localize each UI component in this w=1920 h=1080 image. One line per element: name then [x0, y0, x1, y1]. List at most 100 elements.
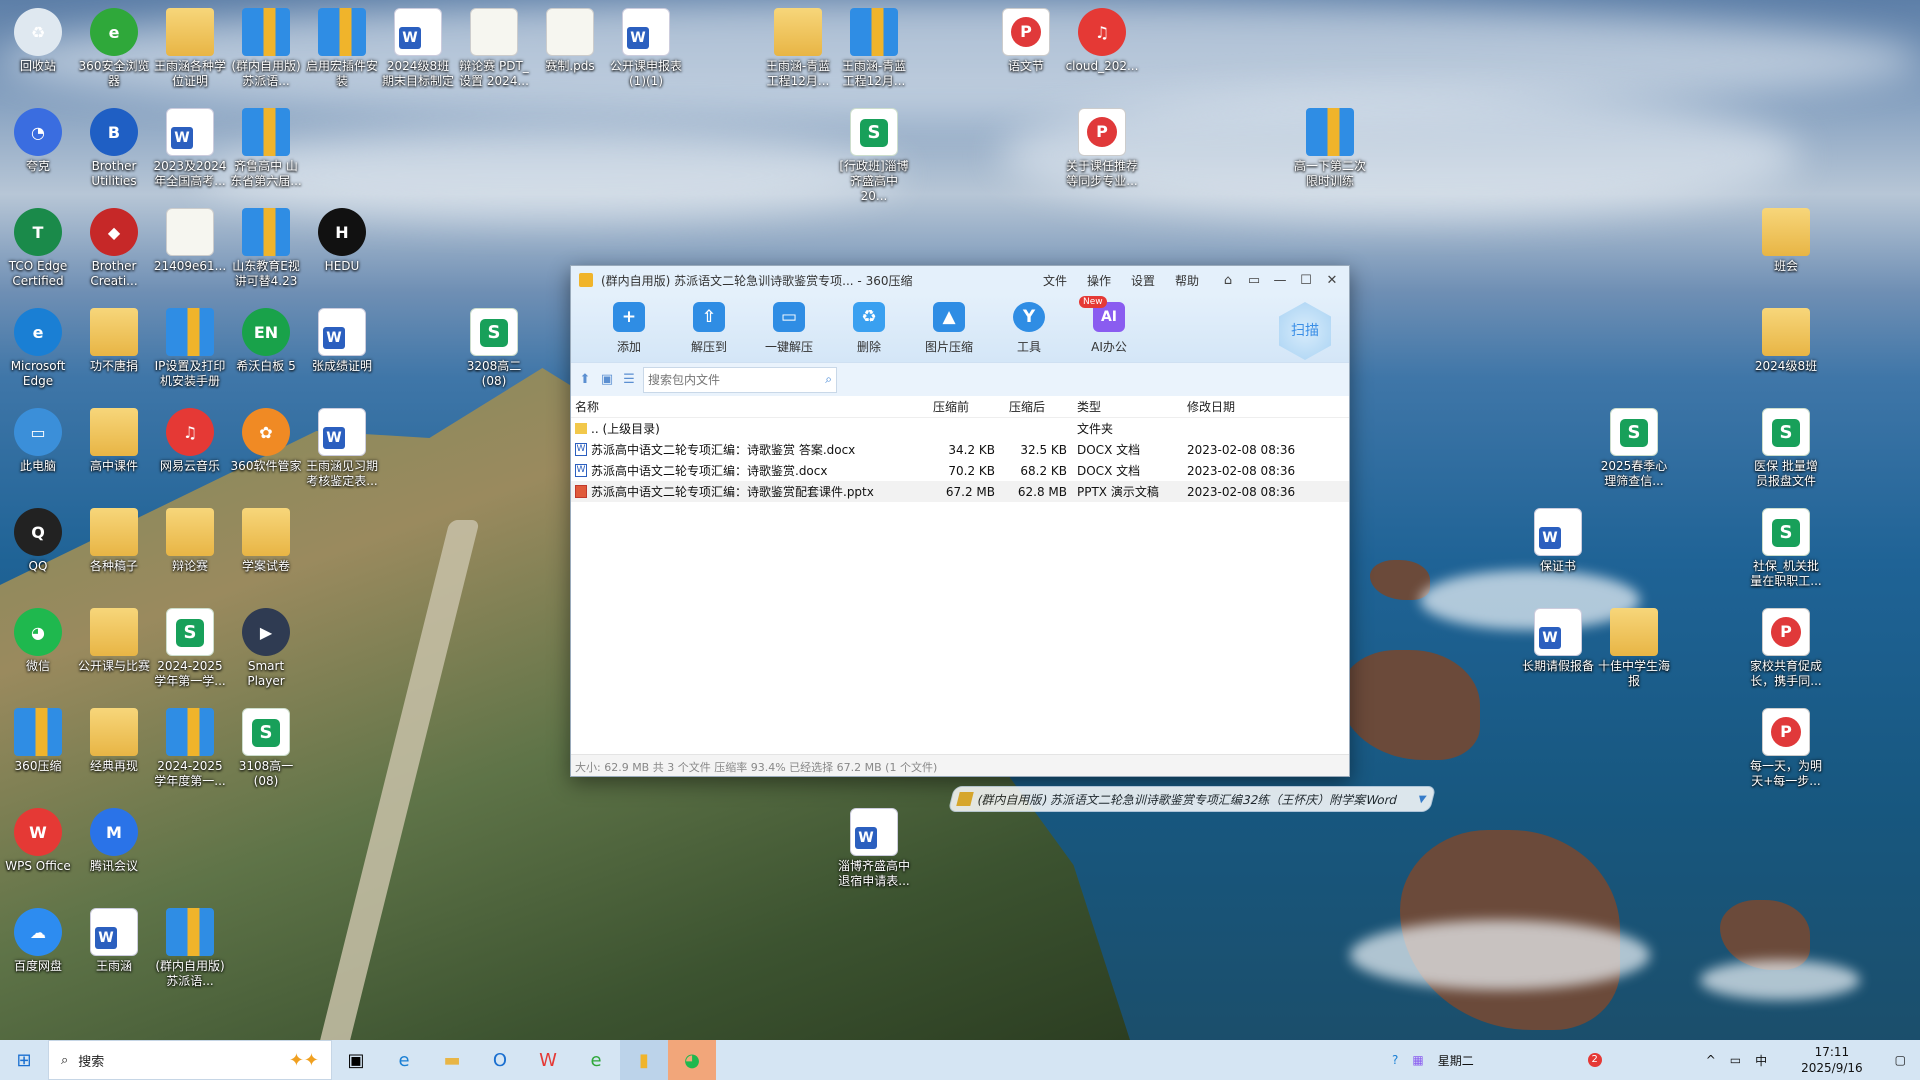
maximize-button[interactable]: ☐ — [1297, 273, 1315, 288]
file-row[interactable]: 苏派高中语文二轮专项汇编：诗歌鉴赏配套课件.pptx 67.2 MB 62.8 MB… — [571, 481, 1349, 502]
desktop-icon[interactable]: IP设置及打印机安装手册 — [153, 308, 227, 389]
desktop-icon[interactable]: ▭ 此电脑 — [1, 408, 75, 474]
desktop-icon[interactable]: 经典再现 — [77, 708, 151, 774]
desktop-icon[interactable]: 学案试卷 — [229, 508, 303, 574]
360-browser-taskbar-icon[interactable]: e — [572, 1040, 620, 1080]
col-name[interactable]: 名称 — [571, 398, 931, 415]
title-bar[interactable]: (群内自用版) 苏派语文二轮急训诗歌鉴赏专项... - 360压缩 文件 操作 … — [571, 266, 1349, 294]
file-row[interactable]: .. (上级目录) 文件夹 — [571, 418, 1349, 439]
desktop-icon[interactable]: Q QQ — [1, 508, 75, 574]
delete-button[interactable]: ♻ 删除 — [829, 302, 909, 355]
desktop-icon[interactable]: 辩论赛 — [153, 508, 227, 574]
desktop-icon[interactable]: 关于课任推荐等同步专业... — [1065, 108, 1139, 189]
ai-office-button[interactable]: AI AI办公 — [1069, 302, 1149, 355]
desktop-icon[interactable]: ◔ 夸克 — [1, 108, 75, 174]
360zip-taskbar-icon[interactable]: ▮ — [620, 1040, 668, 1080]
close-button[interactable]: ✕ — [1323, 273, 1341, 288]
taskbar-search[interactable]: ⌕ 搜索 ✦✦ — [48, 1040, 332, 1080]
desktop-icon[interactable]: 高一下第二次限时训练 — [1293, 108, 1367, 189]
col-after[interactable]: 压缩后 — [995, 398, 1067, 415]
desktop-icon[interactable]: 3108高一(08) — [229, 708, 303, 789]
desktop-icon[interactable]: ◕ 微信 — [1, 608, 75, 674]
wps-taskbar-icon[interactable]: W — [524, 1040, 572, 1080]
desktop-icon[interactable]: 长期请假报备 — [1521, 608, 1595, 674]
desktop-icon[interactable]: EN 希沃白板 5 — [229, 308, 303, 374]
one-click-extract-button[interactable]: ▭ 一键解压 — [749, 302, 829, 355]
desktop-icon[interactable]: 山东教育E视讲可替4.23 — [229, 208, 303, 289]
col-before[interactable]: 压缩前 — [931, 398, 995, 415]
chevron-up-icon[interactable]: ^ — [1706, 1053, 1716, 1067]
minimize-button[interactable]: — — [1271, 273, 1289, 288]
tools-button[interactable]: New Y 工具 — [989, 296, 1107, 355]
desktop-icon[interactable]: 启用宏插件安装 — [305, 8, 379, 89]
desktop-icon[interactable]: 2024级8班 — [1749, 308, 1823, 374]
desktop-icon[interactable]: 班会 — [1749, 208, 1823, 274]
path-field[interactable]: (群内自用版) 苏派语文二轮急训诗歌鉴赏专项汇编32练（王怀庆）附学案Word … — [947, 786, 1437, 812]
desktop-icon[interactable]: 2024-2025学年度第一... — [153, 708, 227, 789]
task-view-icon[interactable]: ▣ — [332, 1040, 380, 1080]
desktop-icon[interactable]: e 360安全浏览器 — [77, 8, 151, 89]
desktop-icon[interactable]: [行政班]淄博齐盛高中20... — [837, 108, 911, 204]
file-explorer-icon[interactable]: ▬ — [428, 1040, 476, 1080]
desktop-icon[interactable]: ♻ 回收站 — [1, 8, 75, 74]
desktop-icon[interactable]: (群内自用版) 苏派语... — [153, 908, 227, 989]
desktop-icon[interactable]: 360压缩 — [1, 708, 75, 774]
desktop-icon[interactable]: 语文节 — [989, 8, 1063, 74]
desktop-icon[interactable]: M 腾讯会议 — [77, 808, 151, 874]
calendar-icon[interactable]: ▦ — [1412, 1053, 1423, 1067]
desktop-icon[interactable]: 医保 批量增员报盘文件 — [1749, 408, 1823, 489]
outlook-icon[interactable]: O — [476, 1040, 524, 1080]
desktop-icon[interactable]: 21409e61... — [153, 208, 227, 274]
desktop-icon[interactable]: 保证书 — [1521, 508, 1595, 574]
view-icon[interactable]: ▣ — [599, 372, 615, 388]
desktop-icon[interactable]: 公开课申报表(1)(1) — [609, 8, 683, 89]
desktop-icon[interactable]: 辩论赛 PDT_设置 2024... — [457, 8, 531, 89]
archive-window[interactable]: (群内自用版) 苏派语文二轮急训诗歌鉴赏专项... - 360压缩 文件 操作 … — [570, 265, 1437, 812]
desktop-icon[interactable]: ▶ Smart Player — [229, 608, 303, 689]
desktop-icon[interactable]: 3208高二(08) — [457, 308, 531, 389]
display-icon[interactable]: ▭ — [1730, 1053, 1741, 1067]
search-input[interactable] — [648, 372, 826, 387]
desktop-icon[interactable]: 社保_机关批量在职职工... — [1749, 508, 1823, 589]
menu-settings[interactable]: 设置 — [1131, 272, 1155, 289]
desktop-icon[interactable]: 每一天，为明天+每一步... — [1749, 708, 1823, 789]
wechat-taskbar-icon[interactable]: ◕ — [668, 1040, 716, 1080]
desktop-icon[interactable]: 赛制.pds — [533, 8, 607, 74]
edge-taskbar-icon[interactable]: e — [380, 1040, 428, 1080]
up-arrow-icon[interactable]: ⬆ — [577, 372, 593, 388]
desktop-icon[interactable]: 2024级8班期末目标制定 — [381, 8, 455, 89]
desktop-icon[interactable]: ☁ 百度网盘 — [1, 908, 75, 974]
search-icon[interactable]: ⌕ — [825, 372, 832, 387]
desktop-icon[interactable]: 各种稿子 — [77, 508, 151, 574]
desktop-icon[interactable]: ♫ cloud_202... — [1065, 8, 1139, 74]
clock[interactable]: 17:11 2025/9/16 — [1801, 1044, 1863, 1076]
desktop-icon[interactable]: 公开课与比赛 — [77, 608, 151, 674]
help-icon[interactable]: ? — [1392, 1053, 1398, 1067]
desktop-icon[interactable]: 家校共育促成长，携手同... — [1749, 608, 1823, 689]
desktop-icon[interactable]: 2025春季心理筛查信... — [1597, 408, 1671, 489]
scan-button[interactable]: 扫描 — [1279, 302, 1331, 360]
col-type[interactable]: 类型 — [1067, 398, 1185, 415]
file-row[interactable]: W 苏派高中语文二轮专项汇编：诗歌鉴赏.docx 70.2 KB 68.2 KB DOC… — [571, 460, 1349, 481]
desktop-icon[interactable]: 齐鲁高中 山东省第六届... — [229, 108, 303, 189]
menu-help[interactable]: 帮助 — [1175, 272, 1199, 289]
desktop-icon[interactable]: 王雨涵-青蓝工程12月... — [837, 8, 911, 89]
desktop-icon[interactable]: 王雨涵-青蓝工程12月... — [761, 8, 835, 89]
list-view-icon[interactable]: ☰ — [621, 372, 637, 388]
desktop-icon[interactable]: 2024-2025学年第一学... — [153, 608, 227, 689]
desktop-icon[interactable]: W WPS Office — [1, 808, 75, 874]
desktop-icon[interactable]: 淄博齐盛高中退宿申请表... — [837, 808, 911, 889]
desktop-icon[interactable]: B Brother Utilities — [77, 108, 151, 189]
start-button[interactable]: ⊞ — [0, 1040, 48, 1080]
menu-operate[interactable]: 操作 — [1087, 272, 1111, 289]
desktop-icon[interactable]: 王雨涵各种学位证明 — [153, 8, 227, 89]
desktop-icon[interactable]: (群内自用版) 苏派语... — [229, 8, 303, 89]
desktop-icon[interactable]: 十佳中学生海报 — [1597, 608, 1671, 689]
skin-icon[interactable]: ⌂ — [1219, 273, 1237, 288]
desktop-icon[interactable]: e Microsoft Edge — [1, 308, 75, 389]
chevron-down-icon[interactable]: ▼ — [1417, 794, 1427, 805]
desktop-icon[interactable]: ♫ 网易云音乐 — [153, 408, 227, 474]
desktop-icon[interactable]: 功不唐捐 — [77, 308, 151, 374]
file-row[interactable]: W 苏派高中语文二轮专项汇编：诗歌鉴赏 答案.docx 34.2 KB 32.5 KB… — [571, 439, 1349, 460]
extract-to-button[interactable]: ⇧ 解压到 — [669, 302, 749, 355]
